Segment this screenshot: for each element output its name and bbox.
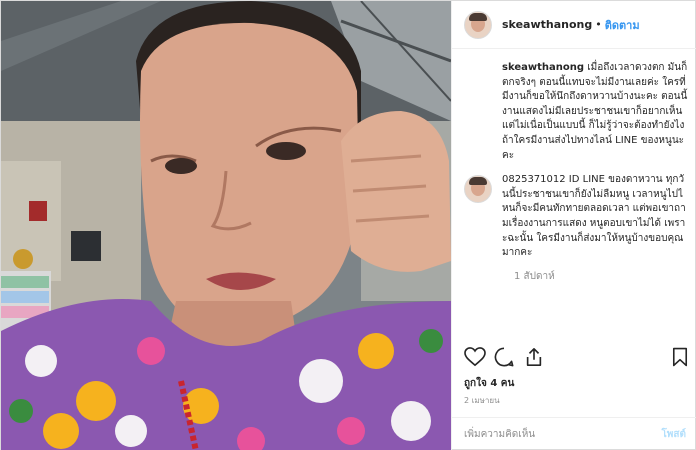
post-date: 2 เมษายน xyxy=(464,396,500,405)
comment-item: 0825371012 ID LINE ของดาหวาน ทุกวันนี้ปร… xyxy=(464,173,688,261)
avatar[interactable] xyxy=(464,10,492,39)
share-icon[interactable] xyxy=(524,347,544,367)
comment-timestamp[interactable]: 1 สัปดาห์ xyxy=(514,269,688,284)
caption: skeawthanong เมื่อถึงเวลาดวงตก มันก็ตกจร… xyxy=(464,61,688,163)
username-link[interactable]: skeawthanong xyxy=(502,18,592,31)
instagram-post: skeawthanong • ติดตาม skeawthanong เมื่อ… xyxy=(0,0,696,450)
heart-icon[interactable] xyxy=(464,347,486,367)
post-sidebar: skeawthanong • ติดตาม skeawthanong เมื่อ… xyxy=(451,1,696,450)
comment-text: 0825371012 ID LINE ของดาหวาน ทุกวันนี้ปร… xyxy=(502,174,686,259)
post-photo xyxy=(1,1,451,450)
separator: • xyxy=(595,18,602,31)
avatar[interactable] xyxy=(464,175,492,204)
caption-username[interactable]: skeawthanong xyxy=(502,62,584,73)
post-header: skeawthanong • ติดตาม xyxy=(452,1,696,49)
like-count[interactable]: ถูกใจ 4 คน xyxy=(464,376,514,391)
follow-button[interactable]: ติดตาม xyxy=(605,16,640,34)
add-comment-bar: เพิ่มความคิดเห็น โพสต์ xyxy=(452,417,696,450)
caption-text: เมื่อถึงเวลาดวงตก มันก็ตกจริงๆ ตอนนี้แทบ… xyxy=(502,62,688,161)
comment-list: skeawthanong เมื่อถึงเวลาดวงตก มันก็ตกจร… xyxy=(452,61,696,284)
action-bar xyxy=(464,347,690,371)
comment-input[interactable]: เพิ่มความคิดเห็น xyxy=(464,427,535,442)
post-comment-button[interactable]: โพสต์ xyxy=(661,427,686,442)
comment-icon[interactable] xyxy=(494,347,514,367)
selfie-image xyxy=(1,1,451,450)
bookmark-icon[interactable] xyxy=(672,347,688,367)
